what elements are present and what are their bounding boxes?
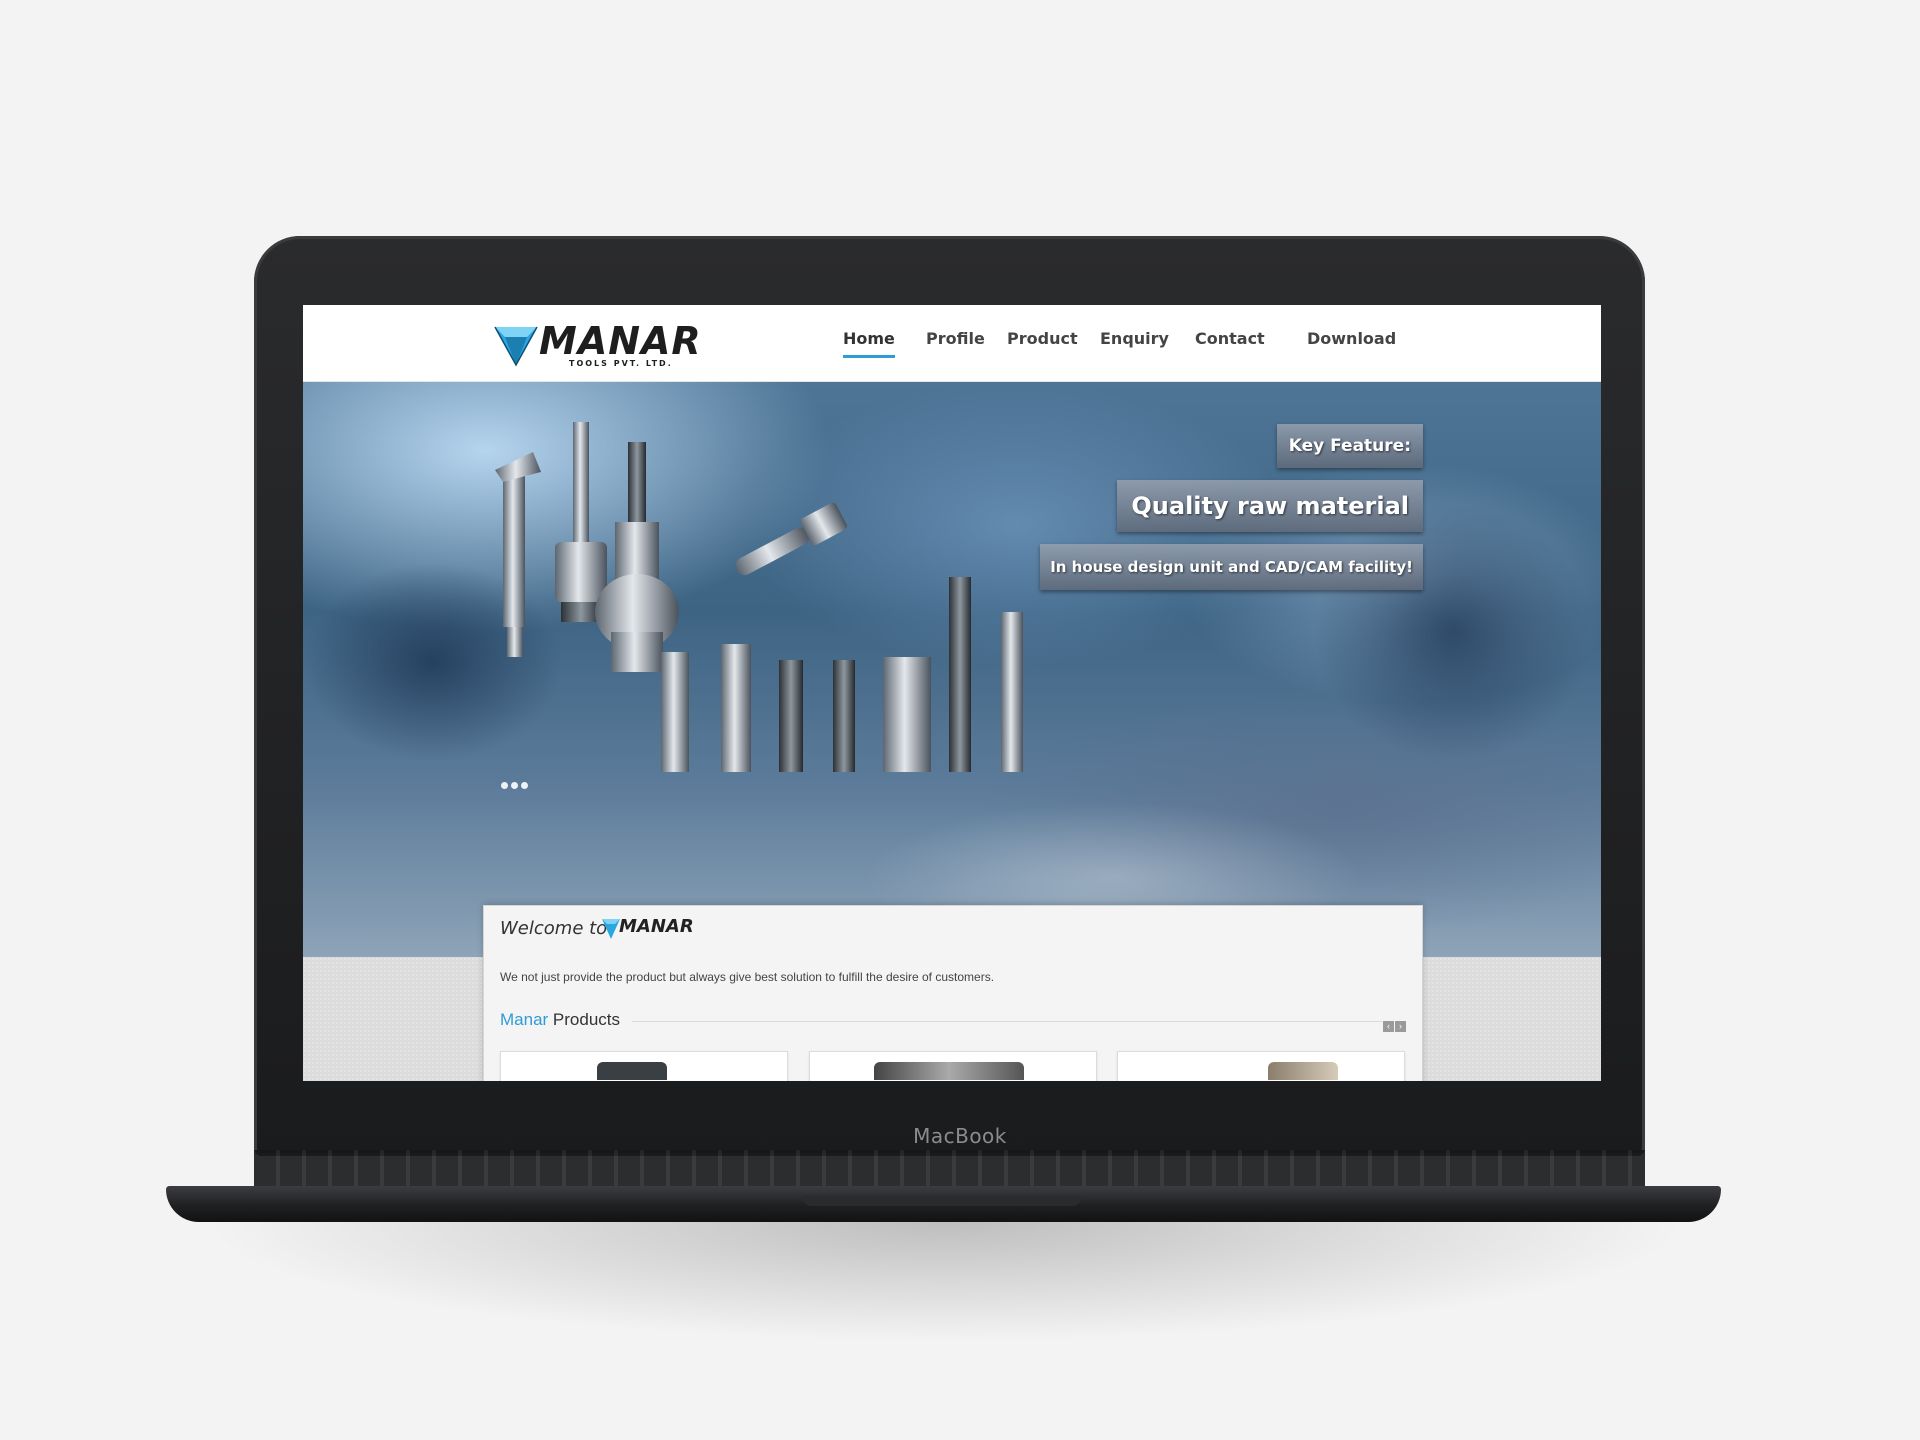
slider-dot[interactable] (501, 782, 508, 789)
laptop-notch (802, 1196, 1082, 1206)
product-image (1268, 1062, 1338, 1080)
nav-enquiry-label: Enquiry (1100, 329, 1169, 348)
diamond-logo-icon (494, 326, 538, 367)
nav-home[interactable]: Home (843, 329, 895, 358)
slider-dot[interactable] (511, 782, 518, 789)
slider-pagination (501, 776, 531, 794)
nav-contact[interactable]: Contact (1195, 329, 1265, 348)
products-pager: ‹ › (1382, 1016, 1406, 1034)
nav-home-label: Home (843, 329, 895, 348)
products-heading: Manar Products (500, 1010, 620, 1030)
products-heading-brand: Manar (500, 1010, 549, 1029)
cutting-tools-image (495, 422, 1023, 772)
nav-product[interactable]: Product (1007, 329, 1078, 348)
nav-contact-label: Contact (1195, 329, 1265, 348)
feature-title-text: Key Feature: (1288, 436, 1411, 456)
feature-sub-text: In house design unit and CAD/CAM facilit… (1050, 558, 1413, 576)
laptop-brand-label: MacBook (913, 1124, 1007, 1148)
laptop-screen: MANAR TOOLS PVT. LTD. Home Profile Produ… (303, 305, 1601, 1081)
welcome-card: Welcome to MANAR We not just provide the… (483, 905, 1423, 1081)
product-card[interactable] (809, 1051, 1097, 1081)
next-arrow-icon[interactable]: › (1395, 1021, 1406, 1032)
hero-slider: Key Feature: Quality raw material In hou… (303, 382, 1601, 957)
slider-dot[interactable] (521, 782, 528, 789)
site-header: MANAR TOOLS PVT. LTD. Home Profile Produ… (303, 305, 1601, 382)
feature-main-text: Quality raw material (1131, 492, 1409, 520)
logo-wordmark: MANAR (539, 319, 702, 363)
product-card[interactable] (500, 1051, 788, 1081)
nav-profile[interactable]: Profile (926, 329, 985, 348)
prev-arrow-icon[interactable]: ‹ (1383, 1021, 1394, 1032)
product-image (597, 1062, 667, 1080)
welcome-heading: Welcome to (500, 918, 608, 939)
nav-active-indicator (843, 355, 895, 358)
product-card[interactable] (1117, 1051, 1405, 1081)
nav-download-label: Download (1307, 329, 1397, 348)
laptop-shadow (200, 1222, 1690, 1342)
nav-profile-label: Profile (926, 329, 985, 348)
laptop-keyboard-edge (254, 1150, 1645, 1188)
products-divider (632, 1021, 1382, 1022)
feature-sub-box: In house design unit and CAD/CAM facilit… (1040, 544, 1423, 590)
welcome-logo-wordmark: MANAR (619, 916, 694, 937)
feature-title-box: Key Feature: (1276, 424, 1423, 468)
site-logo[interactable]: MANAR TOOLS PVT. LTD. (493, 319, 701, 369)
logo-subtitle: TOOLS PVT. LTD. (569, 359, 673, 368)
nav-product-label: Product (1007, 329, 1078, 348)
diamond-logo-icon (602, 919, 620, 939)
products-heading-label: Products (552, 1010, 621, 1029)
nav-download[interactable]: Download (1307, 329, 1396, 348)
nav-enquiry[interactable]: Enquiry (1100, 329, 1169, 348)
welcome-tagline: We not just provide the product but alwa… (500, 970, 995, 984)
product-image (874, 1062, 1024, 1080)
feature-main-box: Quality raw material (1117, 480, 1423, 532)
hero-bg-shape (1313, 502, 1593, 762)
